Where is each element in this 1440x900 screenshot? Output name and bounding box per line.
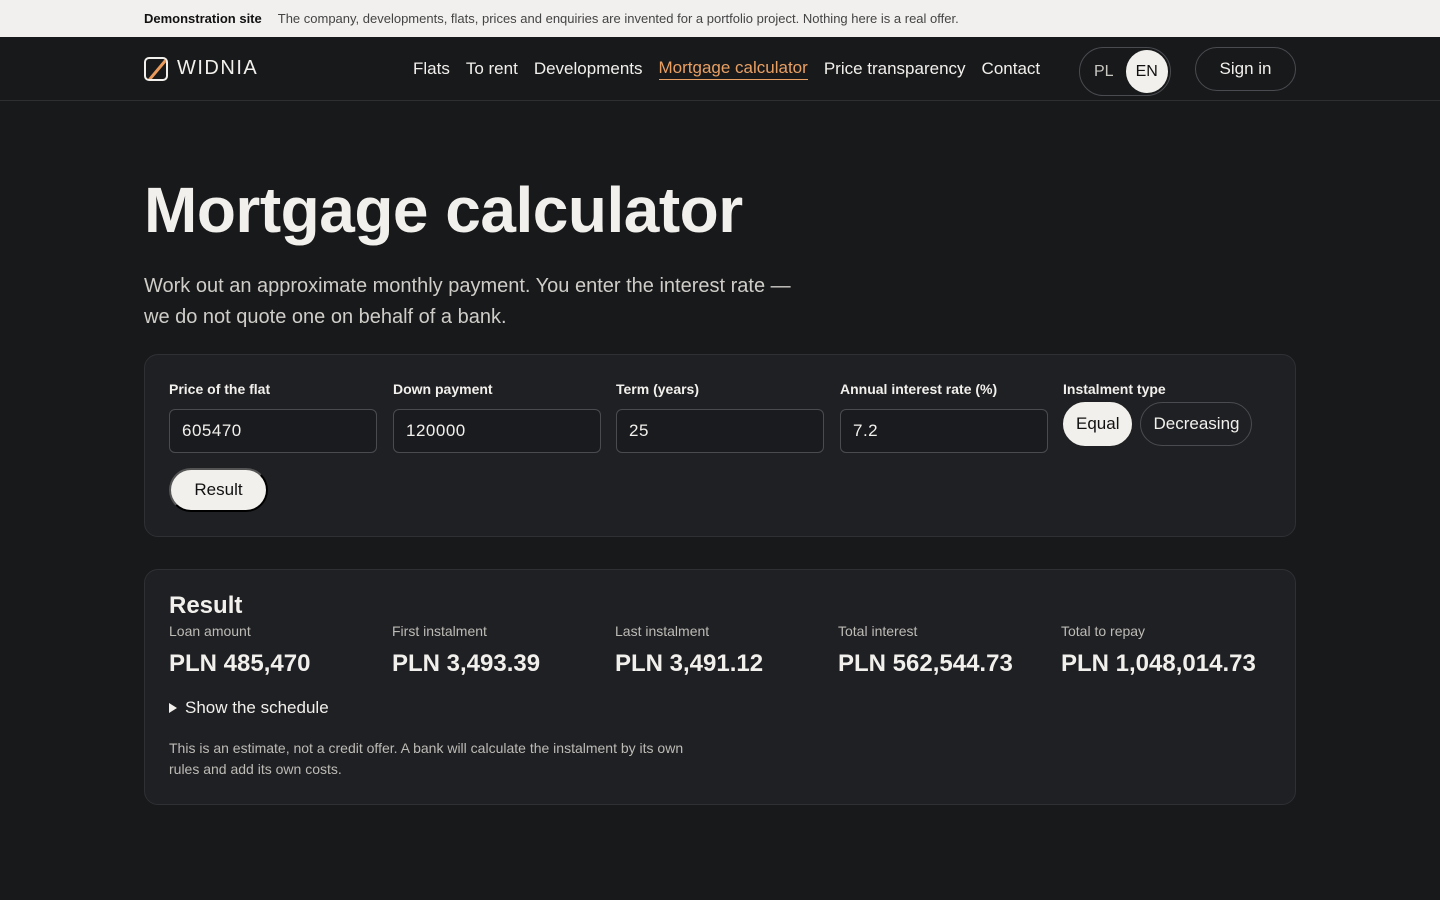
stat-value: PLN 3,493.39 [392,650,541,677]
instalment-equal-button[interactable]: Equal [1063,402,1133,446]
show-schedule-toggle[interactable]: Show the schedule [169,698,329,718]
site-header: WIDNIA Flats To rent Developments Mortga… [0,37,1440,101]
demo-notice-title: Demonstration site [144,11,262,26]
stat-total-to-repay: Total to repay PLN 1,048,014.73 [1061,623,1256,678]
term-input[interactable] [616,409,824,453]
stat-label: Total to repay [1061,623,1146,639]
down-payment-input[interactable] [393,409,601,453]
lang-option-en[interactable]: EN [1125,50,1168,93]
stat-label: Total interest [838,623,918,639]
instalment-type-group: Instalment type Equal Decreasing [1063,381,1253,446]
show-schedule-label: Show the schedule [185,698,329,717]
field-down-payment: Down payment [393,381,601,453]
lang-option-pl[interactable]: PL [1082,63,1126,81]
stat-first-instalment: First instalment PLN 3,493.39 [392,623,540,678]
instalment-type-options: Equal Decreasing [1063,402,1253,446]
stat-value: PLN 3,491.12 [615,650,764,677]
logo-text: WIDNIA [177,57,259,79]
stat-value: PLN 485,470 [169,650,311,677]
instalment-decreasing-button[interactable]: Decreasing [1140,402,1253,446]
nav-link-price-transparency[interactable]: Price transparency [824,59,966,79]
nav-link-flats[interactable]: Flats [413,59,450,79]
interest-rate-label: Annual interest rate (%) [840,381,998,397]
stat-label: Last instalment [615,623,710,639]
main-nav: Flats To rent Developments Mortgage calc… [413,37,1040,101]
stat-last-instalment: Last instalment PLN 3,491.12 [615,623,763,678]
estimate-disclaimer: This is an estimate, not a credit offer.… [169,740,684,777]
stat-total-interest: Total interest PLN 562,544.73 [838,623,1013,678]
down-payment-label: Down payment [393,381,493,397]
logo-icon [144,56,168,81]
language-switcher: PL EN [1079,47,1171,96]
demo-notice-bar: Demonstration site The company, developm… [0,0,1440,37]
result-panel: Result Loan amount PLN 485,470 First ins… [144,569,1296,805]
hero: Mortgage calculator Work out an approxim… [0,175,1440,333]
nav-link-contact[interactable]: Contact [982,59,1041,79]
instalment-type-label: Instalment type [1063,381,1166,397]
stat-label: First instalment [392,623,487,639]
price-input[interactable] [169,409,377,453]
sign-in-button[interactable]: Sign in [1195,47,1296,91]
price-label: Price of the flat [169,381,271,397]
page-title: Mortgage calculator [144,174,743,246]
page-subtitle: Work out an approximate monthly payment.… [144,275,791,328]
stat-label: Loan amount [169,623,251,639]
nav-link-developments[interactable]: Developments [534,59,643,79]
demo-notice-text: The company, developments, flats, prices… [277,11,959,26]
disclosure-triangle-icon [169,703,177,713]
calculator-form: Price of the flat Down payment Term (yea… [144,354,1296,537]
calculate-result-button[interactable]: Result [169,468,268,512]
interest-rate-input[interactable] [840,409,1048,453]
result-title: Result [169,592,243,619]
field-price: Price of the flat [169,381,377,453]
logo[interactable]: WIDNIA [144,56,259,81]
nav-link-to-rent[interactable]: To rent [466,59,518,79]
nav-link-mortgage-calculator[interactable]: Mortgage calculator [658,58,808,80]
stat-value: PLN 1,048,014.73 [1061,650,1256,677]
field-interest-rate: Annual interest rate (%) [840,381,1048,453]
stat-value: PLN 562,544.73 [838,650,1013,677]
field-term: Term (years) [616,381,824,453]
term-label: Term (years) [616,381,700,397]
stat-loan-amount: Loan amount PLN 485,470 [169,623,310,678]
